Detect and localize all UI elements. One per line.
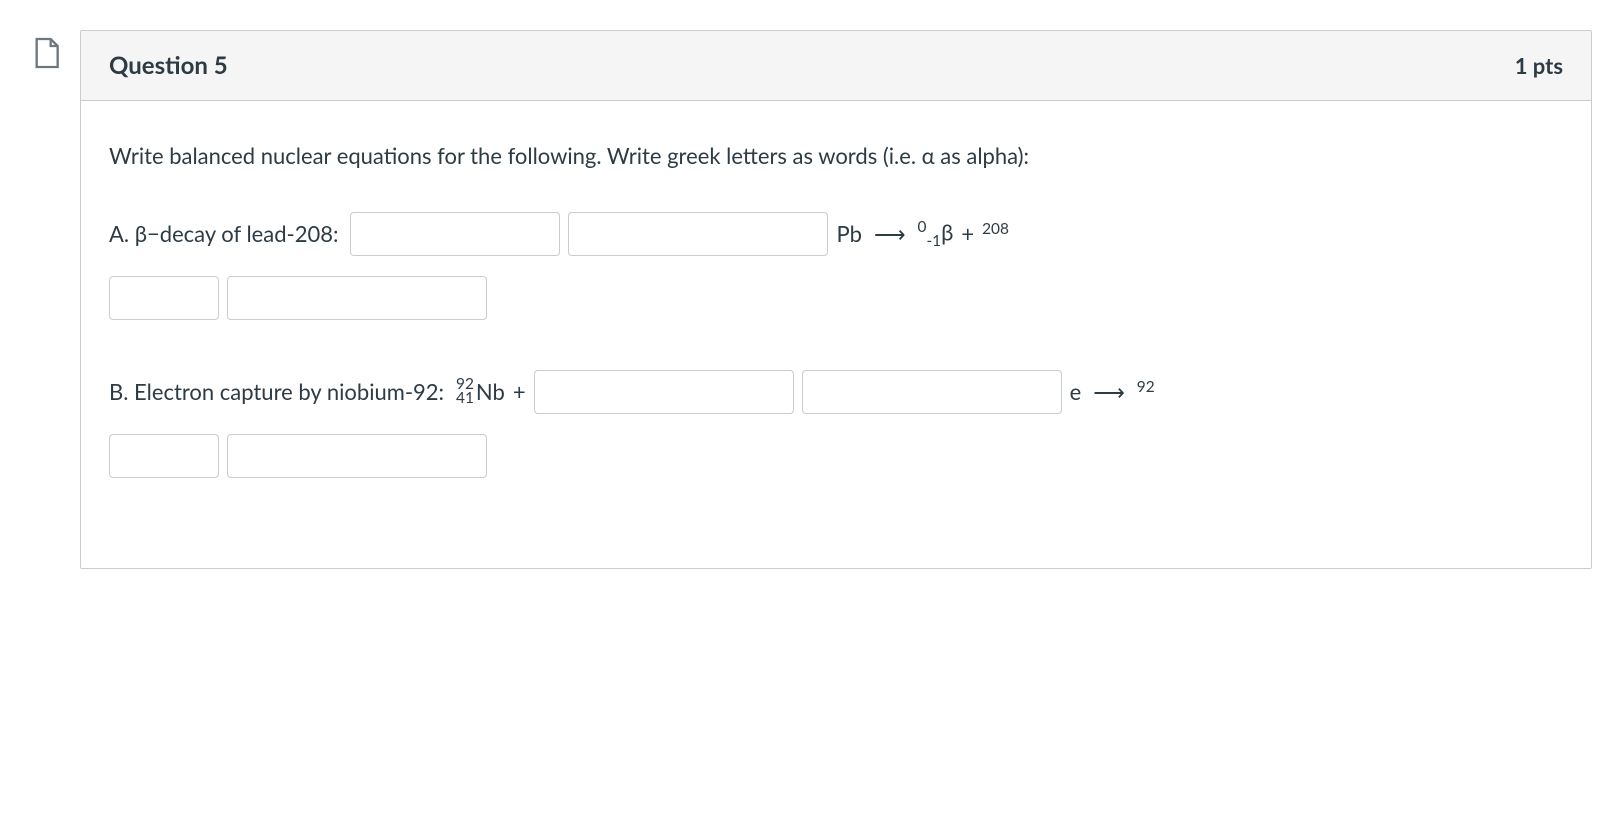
question-card: Question 5 1 pts Write balanced nuclear … [80,30,1592,569]
plus-sign: + [513,378,526,405]
part-b-input-1[interactable] [534,370,794,414]
part-a-label: A. β−decay of lead-208: [109,220,338,247]
arrow-icon: ⟶ [874,220,906,248]
electron-symbol: e [1070,378,1082,405]
part-b-input-4[interactable] [227,434,487,478]
arrow-icon: ⟶ [1093,378,1125,406]
nb-symbol: Nb [476,378,505,405]
question-title: Question 5 [109,51,228,80]
part-b-input-2[interactable] [802,370,1062,414]
beta-subscript: -1 [926,232,941,250]
part-a-input-4[interactable] [227,276,487,320]
page-icon [32,36,60,70]
part-a-row-2 [109,276,1563,320]
part-a-input-1[interactable] [350,212,560,256]
question-points: 1 pts [1515,52,1563,79]
part-b-input-3[interactable] [109,434,219,478]
part-b-product-mass: 92 [1137,378,1155,405]
part-b-label: B. Electron capture by niobium-92: [109,378,444,405]
question-header: Question 5 1 pts [81,31,1591,101]
part-a-input-2[interactable] [568,212,828,256]
part-a-row-1: A. β−decay of lead-208: Pb ⟶ 0-1β + 208 [109,212,1563,256]
niobium-numbers: 92 41 [456,378,474,406]
part-a-beta-term: 0-1β [918,218,954,250]
part-b-niobium: 92 41 Nb [456,378,505,406]
question-container: Question 5 1 pts Write balanced nuclear … [32,30,1592,569]
part-b-row-2 [109,434,1563,478]
part-a-product-mass: 208 [982,220,1009,247]
plus-sign: + [961,220,974,247]
nb-atomic: 41 [456,392,474,406]
part-a-pb-symbol: Pb [836,220,861,247]
question-body: Write balanced nuclear equations for the… [81,101,1591,568]
instruction-text: Write balanced nuclear equations for the… [109,141,1563,172]
product-mass-number: 208 [982,220,1009,238]
beta-symbol: β [941,218,953,245]
part-b-row-1: B. Electron capture by niobium-92: 92 41… [109,370,1563,414]
product-mass-number: 92 [1137,378,1155,396]
part-a-input-3[interactable] [109,276,219,320]
